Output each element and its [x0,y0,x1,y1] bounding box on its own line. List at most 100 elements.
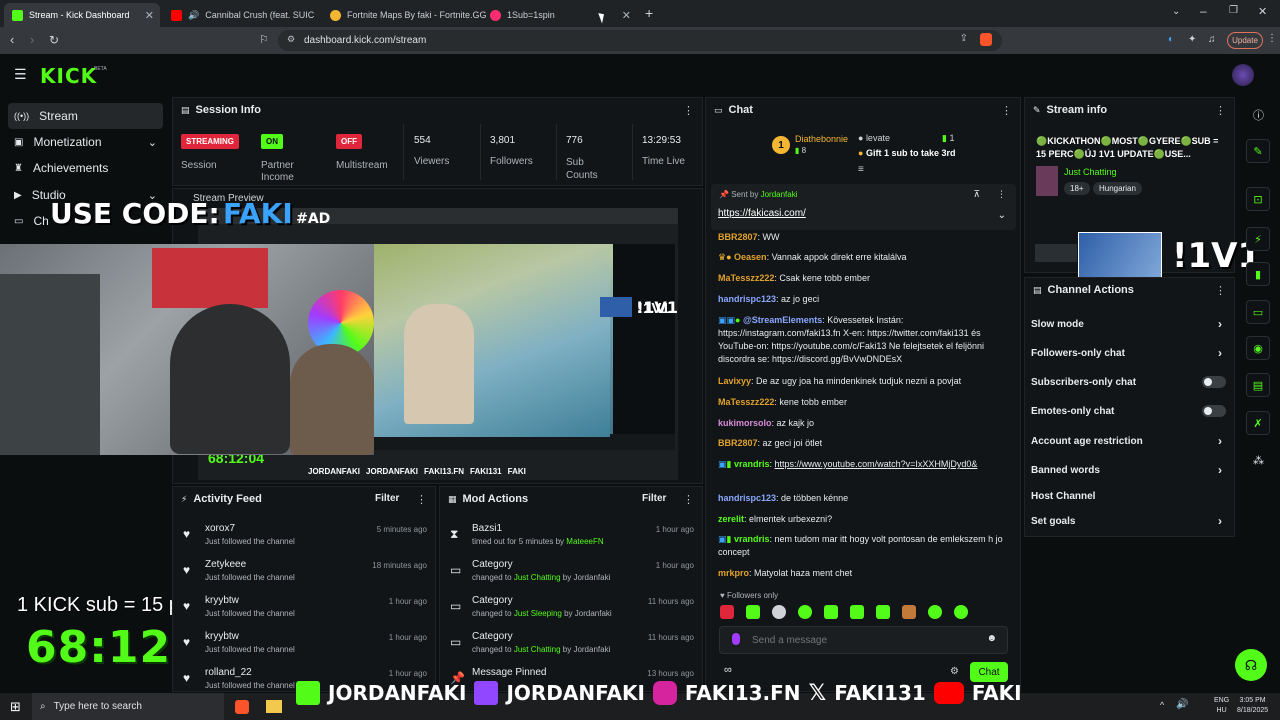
avatar[interactable] [1232,64,1254,86]
leo-icon[interactable]: ◐ [1168,34,1174,45]
close-icon[interactable]: ✕ [622,9,631,22]
emote-icon[interactable] [902,605,916,619]
multistream-badge[interactable]: OFF [336,134,362,149]
emote-icon[interactable] [876,605,890,619]
lightning-button[interactable]: ⚡ [1246,227,1270,251]
banned-words-row[interactable]: Banned words › [1031,460,1226,480]
more-options-icon[interactable]: ⋮ [683,493,694,506]
tab-fortnite-gg[interactable]: Fortnite Maps By faki - Fortnite.GG [322,3,487,27]
kick-logo[interactable]: KICK [40,64,97,88]
explorer-taskbar-icon[interactable] [266,700,282,713]
volume-icon[interactable]: 🔊 [1176,699,1188,710]
url-field[interactable]: ⚙ dashboard.kick.com/stream ⇪ [278,30,1002,51]
chevron-down-icon[interactable]: ⌄ [998,210,1006,221]
account-age-row[interactable]: Account age restriction › [1031,431,1226,451]
layout-button[interactable]: ▤ [1246,373,1270,397]
emote-icon[interactable] [824,605,838,619]
chat-username[interactable]: MaTesszz222 [718,397,774,407]
extensions-icon[interactable]: ✦ [1188,34,1196,45]
follower-name[interactable]: Zetykeee [205,559,246,570]
taskbar-search[interactable]: ⌕ Type here to search [32,693,224,720]
chat-username[interactable]: zerelit [718,514,744,524]
chat-username[interactable]: @StreamElements [743,315,822,325]
unpin-icon[interactable]: ⊼ [973,189,980,200]
chat-username[interactable]: mrkpro [718,568,749,578]
partner-income-badge[interactable]: ON [261,134,283,149]
update-button[interactable]: Update [1227,32,1263,49]
mod-action-user[interactable]: MateeeFN [566,537,603,546]
gear-icon[interactable]: ⚙ [950,666,959,677]
filter-button[interactable]: Filter [642,493,666,504]
site-info-icon[interactable]: ⚙ [287,34,295,45]
broadcast-button[interactable]: ◉ [1246,336,1270,360]
more-options-icon[interactable]: ⋮ [1215,104,1226,117]
emote-icon[interactable] [954,605,968,619]
scan-button[interactable]: ⊡ [1246,187,1270,211]
more-options-icon[interactable]: ⋮ [997,189,1006,200]
emote-icon[interactable] [928,605,942,619]
edit-stream-button[interactable]: ✎ [1246,139,1270,163]
more-options-icon[interactable]: ⋮ [1215,284,1226,297]
window-close-icon[interactable]: ✕ [1258,5,1267,18]
close-icon[interactable]: ✕ [145,9,154,22]
share-icon[interactable]: ⁂ [1253,454,1264,467]
filter-button[interactable]: Filter [375,493,399,504]
clip-button[interactable]: ▮ [1246,262,1270,286]
sidebar-item-monetization[interactable]: ▣ Monetization ⌄ [8,129,163,155]
chat-input[interactable] [752,632,972,648]
chevron-down-icon[interactable]: ⌄ [1172,6,1180,17]
clock[interactable]: 3:05 PM 8/18/2025 [1237,696,1268,716]
follower-name[interactable]: rolland_22 [205,667,252,678]
chat-username[interactable]: handrispc123 [718,294,776,304]
top-gifter-name[interactable]: Diathebonnie [795,134,848,144]
more-options-icon[interactable]: ⋮ [683,104,694,117]
mod-action-category[interactable]: Just Chatting [514,573,561,582]
more-options-icon[interactable]: ⋮ [1001,104,1012,117]
chat-button[interactable]: ▭ [1246,300,1270,324]
follower-name[interactable]: xorox7 [205,523,235,534]
chat-link[interactable]: https://www.youtube.com/watch?v=IxXXHMjD… [775,459,978,469]
chat-username[interactable]: vrandris [734,534,770,544]
chat-username[interactable]: MaTesszz222 [718,273,774,283]
follower-name[interactable]: kryybtw [205,631,239,642]
set-goals-row[interactable]: Set goals › [1031,511,1226,531]
collapse-icon[interactable]: ≡ [858,164,864,175]
brave-shield-icon[interactable] [980,33,992,46]
info-icon[interactable]: ⓘ [1253,107,1264,123]
tab-youtube-music[interactable]: 🔊 Cannibal Crush (feat. SUICIDAL [163,3,323,27]
emoji-icon[interactable]: ☻ [986,633,997,644]
emote-icon[interactable] [720,605,734,619]
slow-mode-row[interactable]: Slow mode › [1031,314,1226,334]
chat-username[interactable]: Oeasen [734,252,767,262]
mod-action-category[interactable]: Just Chatting [514,645,561,654]
minimize-icon[interactable]: – [1200,4,1207,18]
media-icon[interactable]: ♫ [1208,34,1216,45]
points-icon[interactable]: ∞ [724,664,732,676]
host-channel-row[interactable]: Host Channel [1031,486,1226,506]
emote-icon[interactable] [772,605,786,619]
new-tab-icon[interactable]: + [645,5,653,21]
menu-icon[interactable]: ⋮ [1267,33,1277,44]
chat-username[interactable]: BBR2807 [718,232,758,242]
sidebar-item-stream[interactable]: ((•)) Stream [8,103,163,129]
more-options-icon[interactable]: ⋮ [416,493,427,506]
emote-icon[interactable] [798,605,812,619]
subscribers-only-toggle[interactable] [1202,376,1226,388]
emotes-only-toggle[interactable] [1202,405,1226,417]
windows-start-icon[interactable]: ⊞ [10,699,21,715]
chat-username[interactable]: vrandris [734,459,770,469]
back-icon[interactable]: ‹ [10,32,14,48]
tab-1sub1spin[interactable]: 1Sub=1spin ✕ [482,3,637,27]
tools-button[interactable]: ✗ [1246,411,1270,435]
reload-icon[interactable]: ↻ [49,32,59,48]
chat-username[interactable]: BBR2807 [718,438,758,448]
chat-username[interactable]: Lavixyy [718,376,751,386]
chat-username[interactable]: handrispc123 [718,493,776,503]
chat-username[interactable]: kukimorsolo [718,418,772,428]
chat-message-input[interactable]: ☻ [719,626,1008,654]
category-thumbnail[interactable] [1036,166,1058,196]
follower-name[interactable]: kryybtw [205,595,239,606]
forward-icon[interactable]: › [30,32,34,48]
bookmark-icon[interactable]: ⚐ [259,32,269,48]
pinned-by-user[interactable]: Jordanfaki [761,190,798,199]
